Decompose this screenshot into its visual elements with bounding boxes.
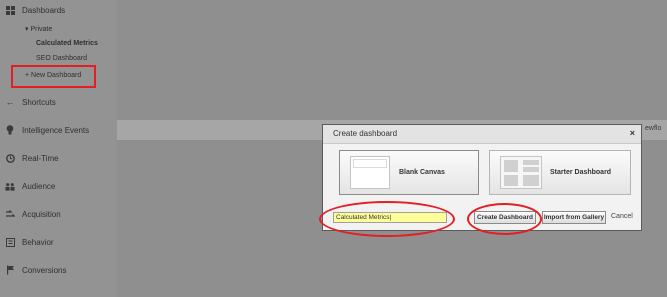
behavior-icon	[5, 237, 15, 247]
nav-audience-label: Audience	[22, 181, 56, 191]
template-blank-canvas[interactable]: Blank Canvas	[339, 150, 479, 195]
nav-shortcuts-label: Shortcuts	[22, 97, 56, 107]
nav-intelligence-events-label: Intelligence Events	[22, 125, 90, 135]
band-text: ewflo	[645, 125, 662, 132]
blank-canvas-thumbnail-icon	[350, 156, 390, 189]
dashboard-seo[interactable]: SEO Dashboard	[36, 55, 87, 62]
nav-dashboards-label: Dashboards	[22, 5, 66, 15]
flag-icon	[5, 265, 15, 275]
clock-icon	[5, 153, 15, 163]
starter-dashboard-thumbnail-icon	[500, 156, 542, 189]
nav-real-time[interactable]: Real-Time	[0, 148, 117, 168]
create-button-highlight	[467, 203, 542, 235]
cancel-link[interactable]: Cancel	[611, 213, 633, 220]
close-icon[interactable]: ×	[630, 128, 635, 138]
grid-icon	[5, 5, 15, 15]
acquisition-icon	[5, 209, 15, 219]
lightbulb-icon	[5, 125, 15, 135]
nav-audience[interactable]: Audience	[0, 176, 117, 196]
nav-dashboards[interactable]: Dashboards	[0, 0, 117, 20]
nav-real-time-label: Real-Time	[22, 153, 59, 163]
nav-conversions-label: Conversions	[22, 265, 67, 275]
people-icon	[5, 181, 15, 191]
dialog-header: Create dashboard ×	[323, 125, 641, 144]
shortcut-arrow-icon: ←	[5, 97, 15, 107]
nav-acquisition-label: Acquisition	[22, 209, 61, 219]
name-input-highlight	[319, 201, 455, 237]
template-starter-dashboard-label: Starter Dashboard	[550, 169, 612, 176]
nav-conversions[interactable]: Conversions	[0, 260, 117, 280]
dashboard-calculated-metrics[interactable]: Calculated Metrics	[36, 40, 98, 47]
nav-behavior-label: Behavior	[22, 237, 54, 247]
private-group-toggle[interactable]: ▾ Private	[25, 25, 52, 33]
new-dashboard-highlight	[11, 65, 96, 88]
template-blank-canvas-label: Blank Canvas	[399, 169, 445, 176]
sidebar: Dashboards ▾ Private Calculated Metrics …	[0, 0, 117, 297]
nav-behavior[interactable]: Behavior	[0, 232, 117, 252]
nav-intelligence-events[interactable]: Intelligence Events	[0, 120, 117, 140]
import-from-gallery-button[interactable]: Import from Gallery	[542, 211, 606, 224]
template-starter-dashboard[interactable]: Starter Dashboard	[489, 150, 631, 195]
nav-shortcuts[interactable]: ← Shortcuts	[0, 92, 117, 112]
nav-acquisition[interactable]: Acquisition	[0, 204, 117, 224]
dialog-title: Create dashboard	[333, 129, 398, 138]
